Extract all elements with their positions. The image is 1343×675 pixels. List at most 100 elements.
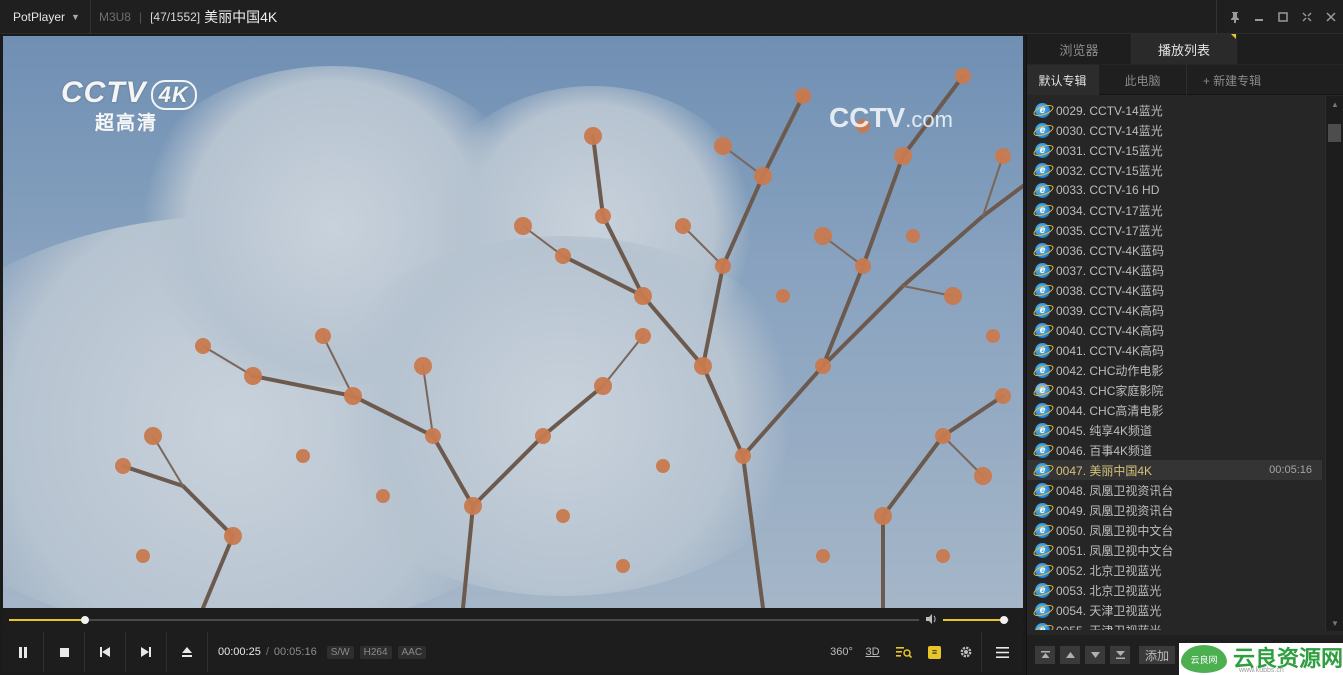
playlist-item-title: 0043. CHC家庭影院 bbox=[1056, 383, 1164, 398]
playlist-scrollbar[interactable]: ▲ ▼ bbox=[1325, 96, 1343, 631]
playlist-item[interactable]: e 0051. 凤凰卫视中文台 bbox=[1027, 540, 1322, 560]
pause-button[interactable] bbox=[3, 632, 44, 672]
playlist-item-title: 0046. 百事4K频道 bbox=[1056, 443, 1153, 458]
minimize-button[interactable] bbox=[1247, 0, 1271, 34]
album-tab-this-pc[interactable]: 此电脑 bbox=[1099, 65, 1187, 95]
playlist-item-title: 0055. 天津卫视蓝光 bbox=[1056, 622, 1322, 631]
playlist-item[interactable]: e 0042. CHC动作电影 bbox=[1027, 360, 1322, 380]
playlist-item[interactable]: e 0035. CCTV-17蓝光 bbox=[1027, 220, 1322, 240]
tab-browser[interactable]: 浏览器 bbox=[1027, 34, 1132, 64]
ie-stream-icon: e bbox=[1035, 222, 1050, 238]
fullscreen-button[interactable] bbox=[1295, 0, 1319, 34]
playlist-search-icon[interactable] bbox=[888, 632, 919, 672]
scrollbar-thumb[interactable] bbox=[1328, 124, 1341, 142]
channel-logo-subtitle: 超高清 bbox=[95, 113, 159, 134]
scroll-up-icon[interactable]: ▲ bbox=[1326, 96, 1343, 112]
playlist-item[interactable]: e 0055. 天津卫视蓝光 bbox=[1027, 620, 1322, 630]
move-top-icon[interactable] bbox=[1035, 646, 1055, 664]
seek-bar[interactable] bbox=[9, 616, 919, 624]
next-button[interactable] bbox=[126, 632, 167, 672]
video-frame[interactable]: CCTV 4K 超高清 CCTV.com bbox=[3, 36, 1023, 608]
playlist-item-duration: 00:05:16 bbox=[1269, 464, 1312, 476]
potplayer-window: PotPlayer ▼ M3U8 | [47/1552] 美丽中国4K CCTV… bbox=[0, 0, 1343, 675]
playlist-item[interactable]: e 0049. 凤凰卫视资讯台 bbox=[1027, 500, 1322, 520]
ie-stream-icon: e bbox=[1035, 542, 1050, 558]
previous-button[interactable] bbox=[85, 632, 126, 672]
playlist-item-title: 0051. 凤凰卫视中文台 bbox=[1056, 543, 1174, 558]
playlist-item[interactable]: e 0037. CCTV-4K蓝码 bbox=[1027, 260, 1322, 280]
album-tab-label: + 新建专辑 bbox=[1202, 73, 1262, 88]
ie-stream-icon: e bbox=[1035, 622, 1050, 630]
video-codec-tag[interactable]: H264 bbox=[359, 645, 392, 659]
3d-button[interactable]: 3D bbox=[857, 632, 888, 672]
add-button[interactable]: 添加 bbox=[1139, 646, 1176, 664]
playlist-item-title: 0037. CCTV-4K蓝码 bbox=[1056, 263, 1165, 278]
pin-icon[interactable] bbox=[1223, 0, 1247, 34]
playlist-item[interactable]: e 0046. 百事4K频道 bbox=[1027, 440, 1322, 460]
tab-playlist[interactable]: 播放列表 bbox=[1132, 34, 1237, 64]
playlist-item[interactable]: e 0043. CHC家庭影院 bbox=[1027, 380, 1322, 400]
maximize-button[interactable] bbox=[1271, 0, 1295, 34]
playlist-item-title: 0036. CCTV-4K蓝码 bbox=[1056, 243, 1165, 258]
subtitle-icon[interactable]: ≡ bbox=[919, 632, 950, 672]
ie-stream-icon: e bbox=[1035, 122, 1050, 138]
seek-bar-row bbox=[3, 609, 1023, 631]
playlist-item[interactable]: e 0045. 纯享4K频道 bbox=[1027, 420, 1322, 440]
volume-slider[interactable] bbox=[943, 616, 1009, 624]
playlist-panel: 浏览器 播放列表 默认专辑 此电脑 + 新建专辑 e 0029. CCTV-14蓝… bbox=[1026, 34, 1343, 675]
playlist-item-title: 0053. 北京卫视蓝光 bbox=[1056, 583, 1162, 598]
add-button-label: 添加 bbox=[1145, 648, 1170, 663]
window-title: 美丽中国4K bbox=[204, 8, 278, 25]
playlist-item-current[interactable]: e 0047. 美丽中国4K 00:05:16 bbox=[1027, 460, 1322, 480]
playlist-item-title: 0032. CCTV-15蓝光 bbox=[1056, 163, 1163, 178]
playlist-item[interactable]: e 0054. 天津卫视蓝光 bbox=[1027, 600, 1322, 620]
title-separator: | bbox=[138, 9, 143, 24]
seek-bar-handle[interactable] bbox=[80, 616, 89, 624]
playlist-item[interactable]: e 0048. 凤凰卫视资讯台 bbox=[1027, 480, 1322, 500]
panel-tabs: 浏览器 播放列表 bbox=[1027, 34, 1343, 64]
channel-logo-badge: 4K bbox=[150, 80, 197, 110]
playlist-item[interactable]: e 0029. CCTV-14蓝光 bbox=[1027, 100, 1322, 120]
app-menu-button[interactable]: PotPlayer ▼ bbox=[0, 0, 91, 34]
subtitle-icon-box: ≡ bbox=[928, 645, 941, 659]
playlist-item[interactable]: e 0038. CCTV-4K蓝码 bbox=[1027, 280, 1322, 300]
scroll-down-icon[interactable]: ▼ bbox=[1326, 615, 1343, 631]
playlist-item[interactable]: e 0036. CCTV-4K蓝码 bbox=[1027, 240, 1322, 260]
volume-handle[interactable] bbox=[999, 616, 1008, 624]
album-tab-default[interactable]: 默认专辑 bbox=[1027, 65, 1099, 95]
stream-format: M3U8 bbox=[98, 9, 131, 24]
playlist-item[interactable]: e 0053. 北京卫视蓝光 bbox=[1027, 580, 1322, 600]
ie-stream-icon: e bbox=[1035, 462, 1050, 478]
move-bottom-icon[interactable] bbox=[1110, 646, 1130, 664]
control-bar: 00:00:25 / 00:05:16 S/W H264 AAC 360° 3D… bbox=[3, 632, 1023, 672]
playlist-item[interactable]: e 0052. 北京卫视蓝光 bbox=[1027, 560, 1322, 580]
playlist-item[interactable]: e 0031. CCTV-15蓝光 bbox=[1027, 140, 1322, 160]
move-up-icon[interactable] bbox=[1060, 646, 1080, 664]
playlist-item-title: 0035. CCTV-17蓝光 bbox=[1056, 223, 1163, 238]
playlist-item[interactable]: e 0034. CCTV-17蓝光 bbox=[1027, 200, 1322, 220]
ie-stream-icon: e bbox=[1035, 402, 1050, 418]
menu-hamburger-icon[interactable] bbox=[981, 632, 1023, 672]
playlist-item[interactable]: e 0044. CHC高清电影 bbox=[1027, 400, 1322, 420]
playlist-item[interactable]: e 0040. CCTV-4K高码 bbox=[1027, 320, 1322, 340]
playlist-item[interactable]: e 0033. CCTV-16 HD bbox=[1027, 180, 1322, 200]
playlist-item[interactable]: e 0030. CCTV-14蓝光 bbox=[1027, 120, 1322, 140]
playlist-item[interactable]: e 0032. CCTV-15蓝光 bbox=[1027, 160, 1322, 180]
ie-stream-icon: e bbox=[1035, 582, 1050, 598]
playlist-item[interactable]: e 0050. 凤凰卫视中文台 bbox=[1027, 520, 1322, 540]
settings-gear-icon[interactable] bbox=[950, 632, 981, 672]
stop-button[interactable] bbox=[44, 632, 85, 672]
close-button[interactable] bbox=[1319, 0, 1343, 34]
decoder-tag[interactable]: S/W bbox=[326, 645, 354, 659]
audio-codec-tag[interactable]: AAC bbox=[397, 645, 427, 659]
eject-button[interactable] bbox=[167, 632, 208, 672]
move-down-icon[interactable] bbox=[1085, 646, 1105, 664]
vr-360-button[interactable]: 360° bbox=[826, 632, 857, 672]
channel-logo: CCTV 4K bbox=[61, 76, 197, 110]
playlist-item[interactable]: e 0039. CCTV-4K高码 bbox=[1027, 300, 1322, 320]
total-time: 00:05:16 bbox=[273, 646, 317, 658]
playlist-item[interactable]: e 0041. CCTV-4K高码 bbox=[1027, 340, 1322, 360]
new-album-button[interactable]: + 新建专辑 bbox=[1187, 65, 1277, 95]
title-bar: PotPlayer ▼ M3U8 | [47/1552] 美丽中国4K bbox=[0, 0, 1343, 34]
volume-icon[interactable] bbox=[925, 613, 937, 627]
